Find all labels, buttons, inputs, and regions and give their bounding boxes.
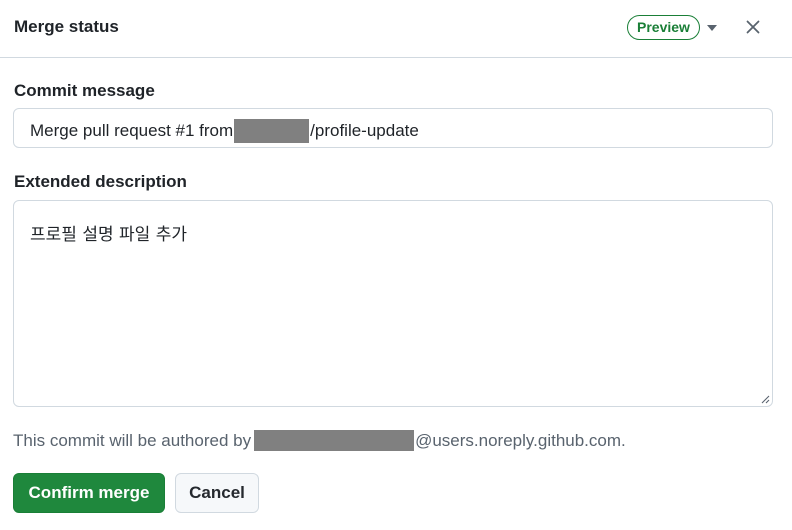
options-dropdown-button[interactable]	[701, 16, 723, 40]
confirm-merge-button[interactable]: Confirm merge	[13, 473, 165, 513]
author-notice-suffix: @users.noreply.github.com.	[415, 430, 626, 450]
resize-handle-icon[interactable]	[760, 394, 770, 404]
extended-description-value: 프로필 설명 파일 추가	[30, 225, 187, 245]
commit-message-prefix: Merge pull request #1 from	[30, 121, 234, 140]
triangle-down-icon	[707, 25, 717, 31]
dialog-title: Merge status	[14, 17, 119, 36]
close-button[interactable]	[741, 15, 765, 39]
commit-message-suffix: /profile-update	[310, 121, 419, 140]
x-icon	[746, 20, 760, 34]
redacted-username	[234, 119, 310, 143]
commit-message-input[interactable]: Merge pull request #1 from /profile-upda…	[13, 108, 773, 148]
author-notice: This commit will be authored by @users.n…	[13, 430, 626, 451]
author-notice-prefix: This commit will be authored by	[13, 430, 252, 450]
extended-description-textarea[interactable]: 프로필 설명 파일 추가	[13, 200, 773, 407]
commit-message-value: Merge pull request #1 from /profile-upda…	[30, 119, 419, 143]
extended-description-label: Extended description	[14, 172, 187, 191]
dialog-header: Merge status Preview	[0, 0, 792, 58]
cancel-button[interactable]: Cancel	[175, 473, 259, 513]
commit-message-label: Commit message	[14, 81, 155, 100]
preview-badge: Preview	[627, 15, 700, 40]
redacted-email-user	[254, 430, 415, 451]
